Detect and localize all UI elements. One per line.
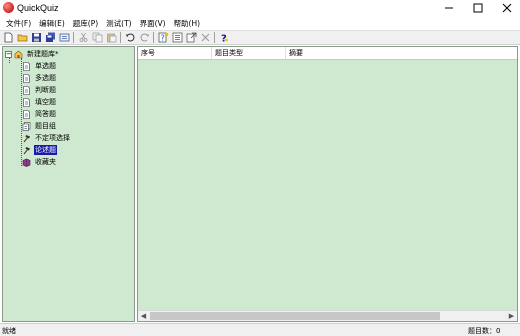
menu-file[interactable]: 文件(F) xyxy=(2,18,35,29)
tree-item-label[interactable]: 不定项选择 xyxy=(34,133,71,143)
horizontal-scrollbar[interactable]: ◀ ▶ xyxy=(138,310,517,321)
toolbar: ? ? xyxy=(0,30,520,45)
export-button[interactable] xyxy=(185,32,197,44)
delete-icon xyxy=(201,33,209,42)
close-button[interactable] xyxy=(492,0,520,16)
new-question-icon: ? xyxy=(158,32,168,43)
tree-item[interactable]: 不定项选择 xyxy=(22,132,71,144)
save-icon xyxy=(31,33,41,42)
tree-item-label[interactable]: 题目组 xyxy=(34,121,57,131)
tree-item-label[interactable]: 简答题 xyxy=(34,109,57,119)
copy-icon xyxy=(92,32,102,43)
toolbar-separator xyxy=(214,32,215,43)
save-button[interactable] xyxy=(30,32,42,44)
app-icon xyxy=(3,2,14,13)
help-button[interactable]: ? xyxy=(218,32,230,44)
cut-icon xyxy=(79,32,87,42)
tree-item-label[interactable]: 论述题 xyxy=(34,145,57,155)
tree-item[interactable]: 填空题 xyxy=(22,96,57,108)
document-icon xyxy=(22,73,31,83)
column-header-type[interactable]: 题目类型 xyxy=(212,47,286,59)
title-bar: QuickQuiz xyxy=(0,0,520,16)
save-all-button[interactable] xyxy=(44,32,56,44)
minimize-button[interactable] xyxy=(434,0,464,16)
menu-bank[interactable]: 题库(P) xyxy=(69,18,102,29)
undo-icon xyxy=(125,33,134,42)
menu-bar: 文件(F) 编辑(E) 题库(P) 测试(T) 界面(V) 帮助(H) xyxy=(0,16,520,30)
new-icon xyxy=(4,32,12,43)
maximize-button[interactable] xyxy=(463,0,493,16)
question-list[interactable]: 序号 题目类型 摘要 ◀ ▶ xyxy=(137,46,518,322)
minimize-icon xyxy=(445,7,453,9)
tree-item[interactable]: 判断题 xyxy=(22,84,57,96)
tree-item-label[interactable]: 收藏夹 xyxy=(34,157,57,167)
tree-root-row[interactable]: − 新建题库* xyxy=(5,48,60,60)
column-header-seq[interactable]: 序号 xyxy=(138,47,212,59)
book-icon xyxy=(22,158,31,167)
tree-item-label[interactable]: 填空题 xyxy=(34,97,57,107)
tree-item-label[interactable]: 判断题 xyxy=(34,85,57,95)
question-count: 题目数：0 xyxy=(468,327,501,335)
cut-button[interactable] xyxy=(77,32,89,44)
tree-root-label[interactable]: 新建题库* xyxy=(26,49,60,59)
paste-icon xyxy=(106,33,116,43)
document-icon xyxy=(22,61,31,71)
scroll-left-icon[interactable]: ◀ xyxy=(138,311,149,321)
paste-button[interactable] xyxy=(105,32,117,44)
tree-item[interactable]: 简答题 xyxy=(22,108,57,120)
open-icon xyxy=(17,34,27,42)
menu-help[interactable]: 帮助(H) xyxy=(170,18,205,29)
close-icon xyxy=(502,3,512,13)
collapse-icon[interactable]: − xyxy=(5,50,12,58)
status-bar: 就绪 题目数：0 xyxy=(0,323,520,336)
status-text: 就绪 xyxy=(2,327,16,335)
import-button[interactable] xyxy=(171,32,183,44)
document-group-icon xyxy=(22,121,31,131)
question-bank-icon xyxy=(14,50,23,59)
help-icon: ? xyxy=(221,34,228,44)
redo-icon xyxy=(140,33,149,42)
scrollbar-thumb[interactable] xyxy=(150,312,440,320)
open-button[interactable] xyxy=(16,32,28,44)
tree-item-selected[interactable]: 论述题 xyxy=(22,144,57,156)
svg-text:?: ? xyxy=(160,34,164,43)
document-icon xyxy=(22,85,31,95)
document-icon xyxy=(22,97,31,107)
export-icon xyxy=(186,32,196,43)
menu-edit[interactable]: 编辑(E) xyxy=(35,18,69,29)
tree-item-label[interactable]: 多选题 xyxy=(34,73,57,83)
save-all-icon xyxy=(45,32,55,42)
menu-view[interactable]: 界面(V) xyxy=(136,18,170,29)
toolbar-separator xyxy=(153,32,154,43)
question-bank-tree[interactable]: − 新建题库* 单选题 多选题 判断题 填空题 简答题 题目组 不定项选择 论述… xyxy=(2,46,135,322)
menu-test[interactable]: 测试(T) xyxy=(102,18,135,29)
window-title: QuickQuiz xyxy=(17,3,59,13)
tree-item-label[interactable]: 单选题 xyxy=(34,61,57,71)
tree-item[interactable]: 单选题 xyxy=(22,60,57,72)
properties-icon xyxy=(59,33,69,42)
copy-button[interactable] xyxy=(91,32,103,44)
svg-text:?: ? xyxy=(221,34,227,44)
new-question-button[interactable]: ? xyxy=(157,32,169,44)
tree-item[interactable]: 收藏夹 xyxy=(22,156,57,168)
tree-item[interactable]: 多选题 xyxy=(22,72,57,84)
import-icon xyxy=(172,32,182,43)
maximize-icon xyxy=(473,3,483,13)
list-header: 序号 题目类型 摘要 xyxy=(138,47,517,60)
new-button[interactable] xyxy=(2,32,14,44)
hammer-icon xyxy=(22,146,31,155)
toolbar-separator xyxy=(73,32,74,43)
scroll-right-icon[interactable]: ▶ xyxy=(506,311,517,321)
redo-button[interactable] xyxy=(138,32,150,44)
undo-button[interactable] xyxy=(124,32,136,44)
column-header-summary[interactable]: 摘要 xyxy=(286,47,517,59)
tree-item[interactable]: 题目组 xyxy=(22,120,57,132)
toolbar-separator xyxy=(120,32,121,43)
delete-button[interactable] xyxy=(199,32,211,44)
hammer-icon xyxy=(22,134,31,143)
properties-button[interactable] xyxy=(58,32,70,44)
document-icon xyxy=(22,109,31,119)
